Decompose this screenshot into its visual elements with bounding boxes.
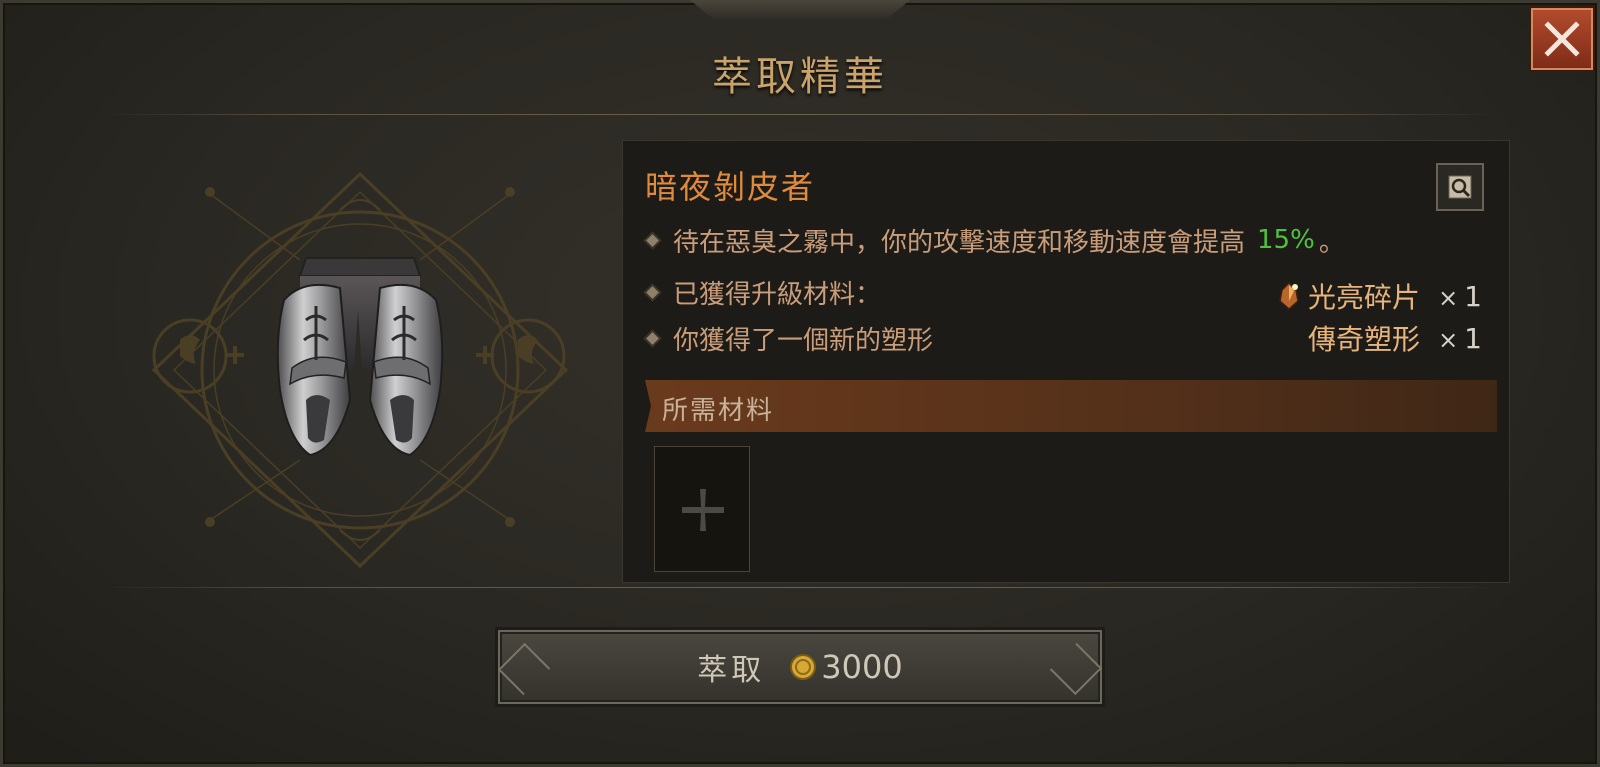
title-divider — [100, 114, 1500, 115]
cross-icon — [682, 489, 724, 531]
dialog-title: 萃取精華 — [712, 54, 888, 100]
bullet-diamond-icon — [646, 285, 659, 299]
reward-shard: 光亮碎片 × 1 — [1276, 276, 1482, 316]
required-materials-label: 所需材料 — [662, 396, 775, 426]
effect-line-2: 已獲得升級材料： — [646, 272, 882, 312]
reward-name: 傳奇塑形 — [1308, 323, 1421, 356]
bottom-divider — [100, 587, 1500, 588]
effect-text: 你獲得了一個新的塑形 — [673, 325, 934, 356]
effect-percent: 15% — [1257, 225, 1315, 255]
effect-suffix: 。 — [1318, 227, 1345, 258]
effect-text: 已獲得升級材料： — [673, 279, 882, 310]
effect-line-1: 待在惡臭之霧中，你的攻擊速度和移動速度會提高 15% 。 — [646, 220, 1345, 260]
bullet-diamond-icon — [646, 233, 659, 247]
extract-button[interactable]: 萃取 3000 — [497, 630, 1103, 704]
reward-count: × 1 — [1438, 279, 1482, 313]
effect-line-3: 你獲得了一個新的塑形 — [646, 318, 934, 358]
reward-count: × 1 — [1438, 321, 1482, 355]
extract-cost: 3000 — [821, 648, 903, 686]
gold-coin-icon — [790, 654, 817, 680]
extract-essence-dialog: 萃取精華 暗夜剝皮者 待在惡臭之霧中，你的攻擊速度和移動速度會提高 15% 。 … — [0, 0, 1600, 767]
leg-armor-pants-icon — [276, 257, 444, 457]
close-icon — [1544, 21, 1580, 57]
reward-legendary-aspect: 傳奇塑形 × 1 — [1308, 318, 1482, 358]
material-slot[interactable] — [654, 446, 750, 572]
skull-ornament — [690, 0, 910, 22]
shard-icon — [1279, 281, 1299, 311]
magnify-scroll-icon — [1448, 175, 1472, 199]
reward-name: 光亮碎片 — [1308, 281, 1421, 314]
item-name: 暗夜剝皮者 — [645, 168, 816, 206]
close-button[interactable] — [1531, 8, 1593, 70]
inspect-button[interactable] — [1436, 163, 1484, 211]
bullet-diamond-icon — [646, 331, 659, 345]
effect-text: 待在惡臭之霧中，你的攻擊速度和移動速度會提高 — [673, 227, 1246, 258]
extract-label: 萃取 — [697, 653, 766, 688]
